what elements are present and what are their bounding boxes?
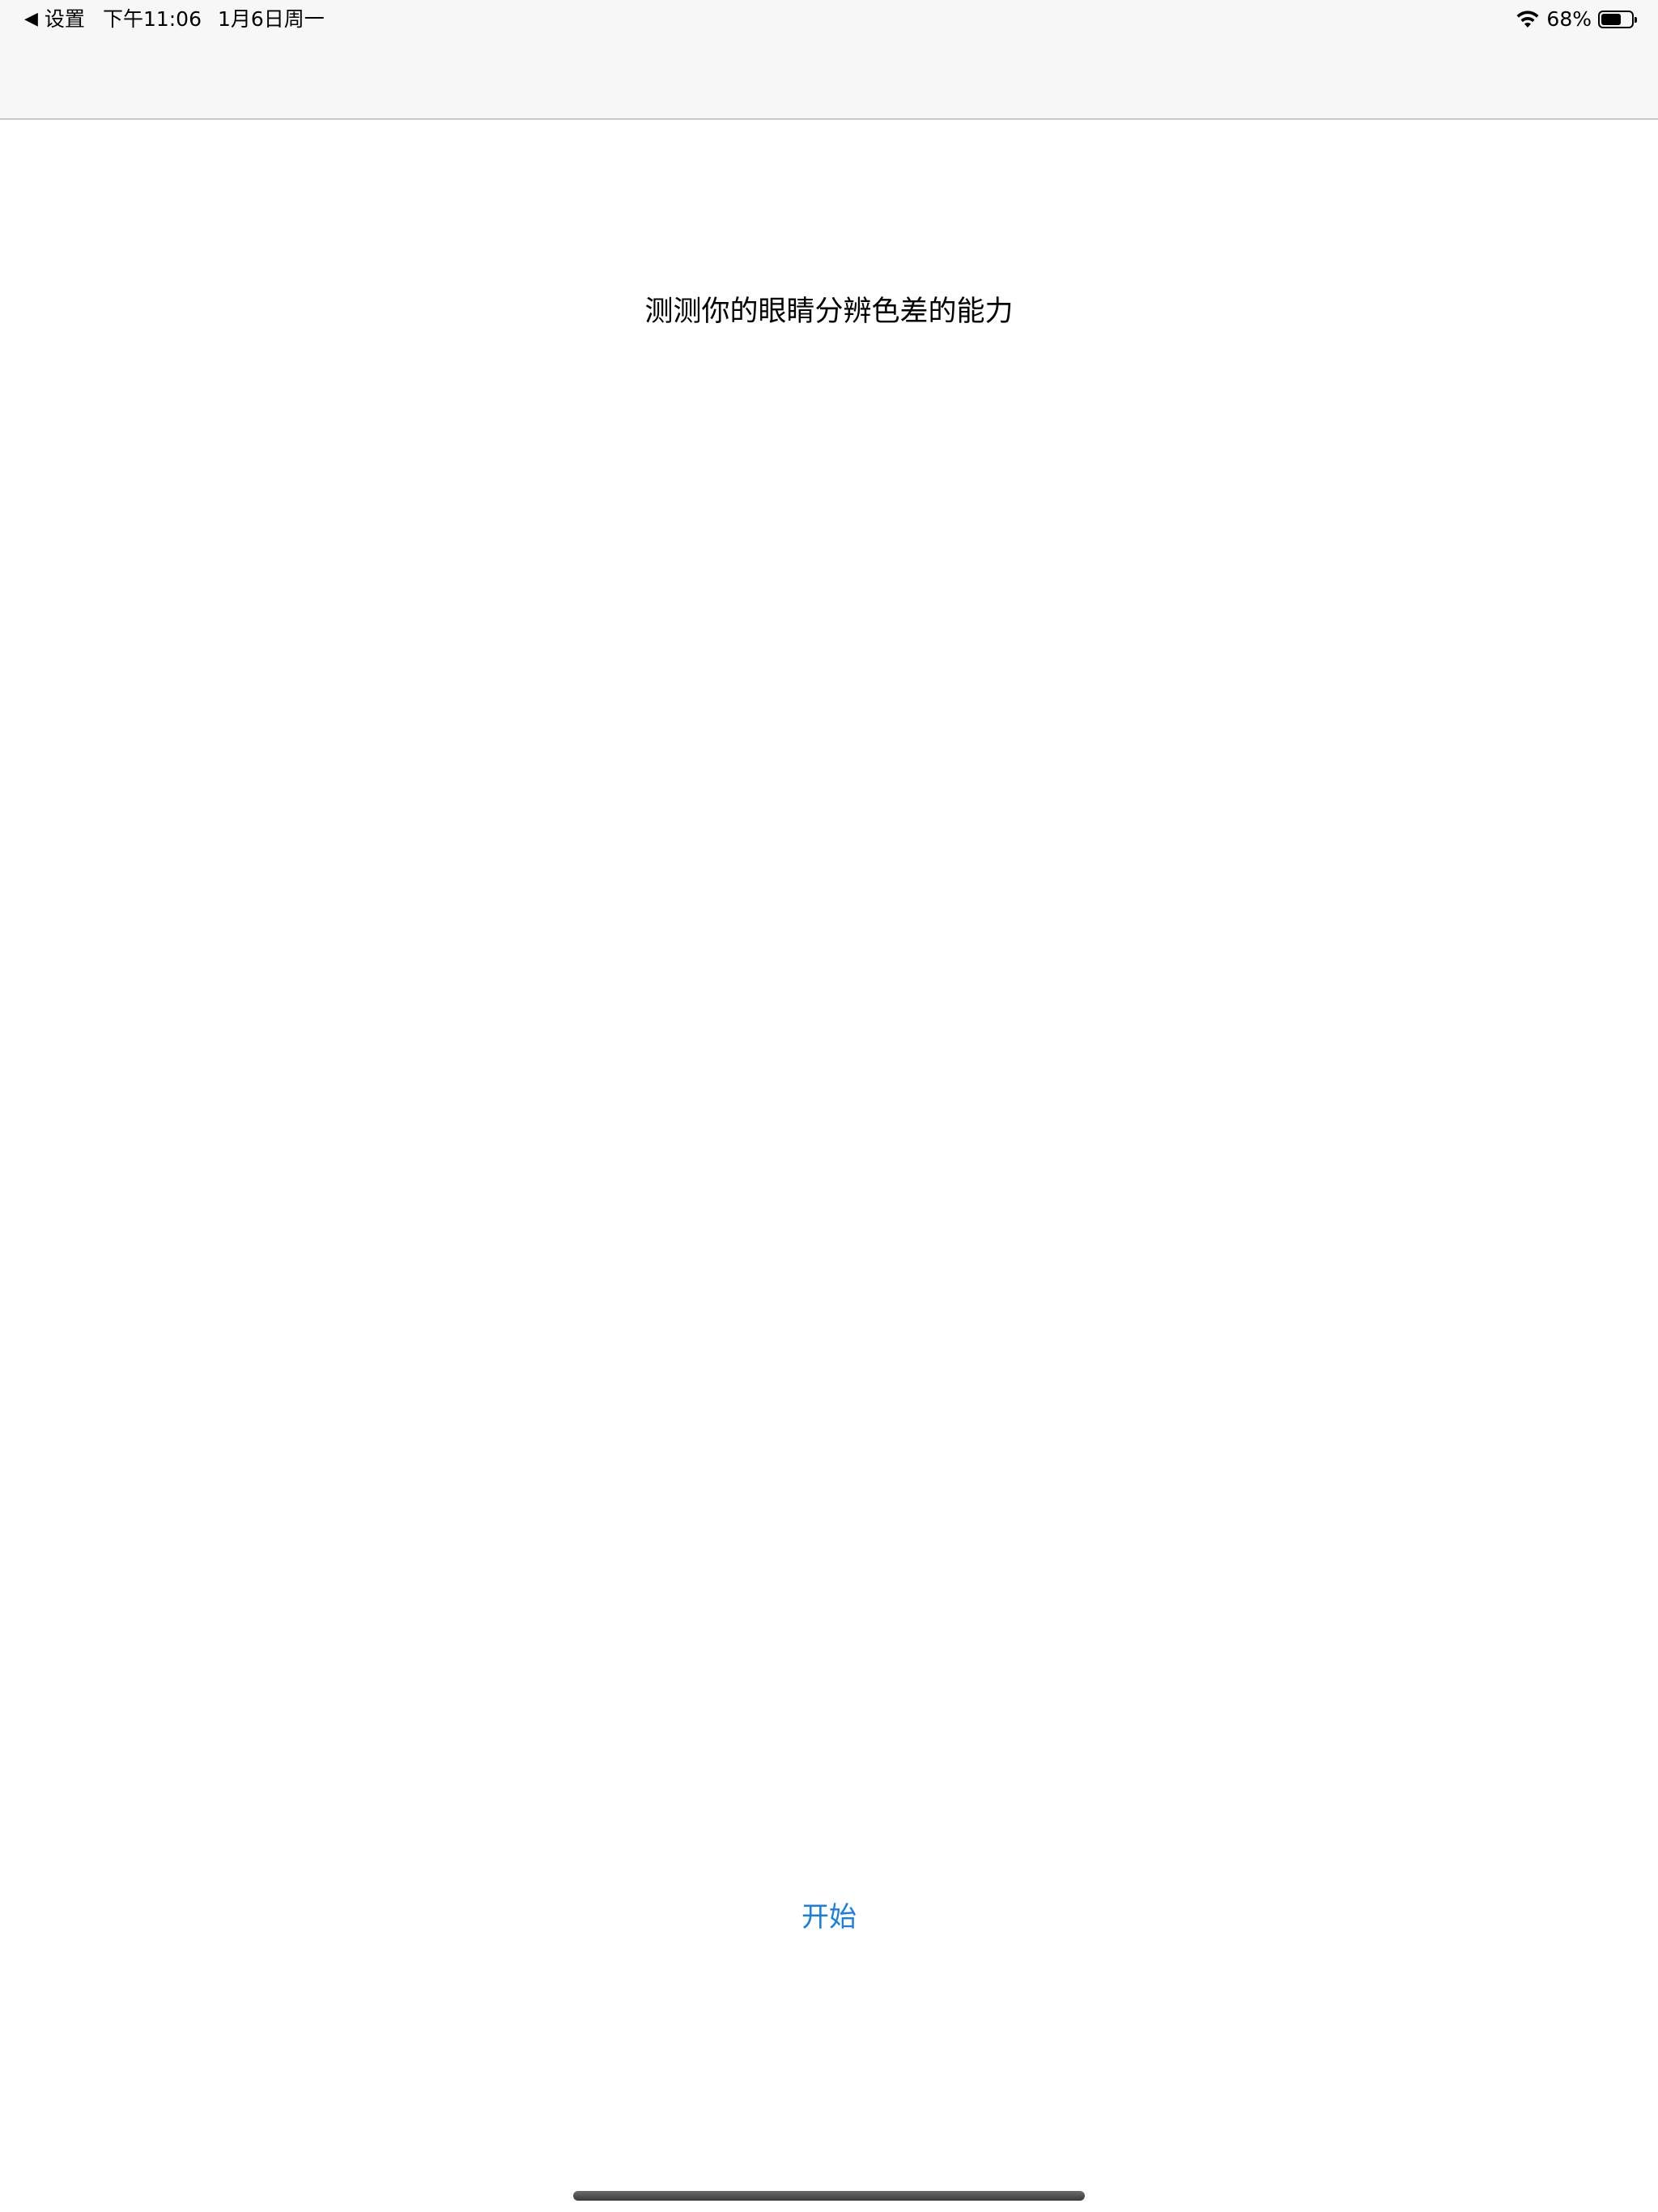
back-arrow-icon: ◀ xyxy=(24,9,38,29)
status-date: 1月6日周一 xyxy=(217,7,325,31)
battery-percent: 68% xyxy=(1546,7,1592,31)
start-button[interactable]: 开始 xyxy=(789,1891,869,1937)
page-headline: 测测你的眼睛分辨色差的能力 xyxy=(644,296,1014,328)
back-label: 设置 xyxy=(44,7,85,31)
status-bar-right: 68% xyxy=(1516,5,1637,34)
status-bar-left: ◀ 设置 下午11:06 1月6日周一 xyxy=(24,5,325,34)
app-screen: ◀ 设置 下午11:06 1月6日周一 68% 测测你的眼睛分辨色差的能力 开始 xyxy=(0,0,1658,2212)
home-indicator[interactable] xyxy=(573,2191,1085,2201)
battery-level-fill xyxy=(1601,14,1621,25)
wifi-icon xyxy=(1516,11,1539,28)
battery-icon xyxy=(1598,11,1637,28)
back-to-settings-button[interactable]: ◀ 设置 xyxy=(24,5,85,34)
top-bar: ◀ 设置 下午11:06 1月6日周一 68% xyxy=(0,0,1658,120)
status-time: 下午11:06 xyxy=(102,7,202,31)
